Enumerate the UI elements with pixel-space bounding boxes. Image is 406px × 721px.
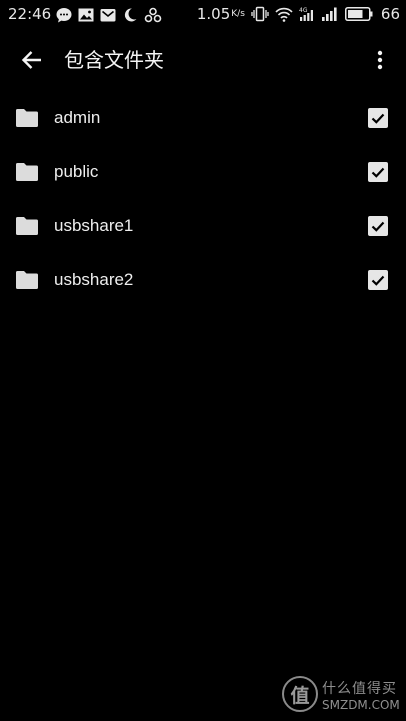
watermark-en: SMZDM.COM	[322, 698, 400, 712]
checkmark-icon	[371, 275, 385, 286]
signal-4g-icon: 4G	[299, 7, 313, 21]
folder-icon	[16, 163, 38, 181]
notification-icons	[56, 7, 162, 23]
folder-checkbox[interactable]	[368, 216, 388, 236]
vibrate-icon	[251, 6, 269, 22]
folder-checkbox[interactable]	[368, 108, 388, 128]
battery-icon	[344, 7, 373, 21]
chat-bubble-icon	[56, 8, 72, 23]
battery-level: 66	[380, 5, 400, 23]
more-options-button[interactable]	[364, 42, 396, 78]
folder-list: admin public usbshare1 usbshare2	[0, 91, 406, 307]
folder-name: admin	[54, 108, 101, 127]
folder-checkbox[interactable]	[368, 270, 388, 290]
arrow-left-icon	[21, 51, 41, 69]
folder-name: usbshare1	[54, 216, 134, 235]
folder-row-usbshare1[interactable]: usbshare1	[0, 199, 406, 253]
checkmark-icon	[371, 167, 385, 178]
checkmark-icon	[371, 113, 385, 124]
folder-icon	[16, 109, 38, 127]
svg-text:4G: 4G	[299, 7, 308, 14]
image-icon	[78, 8, 94, 22]
app-bar: 包含文件夹	[0, 30, 406, 90]
net-speed-value: 1.05	[196, 5, 231, 23]
watermark-badge: 值	[282, 676, 318, 712]
folder-icon	[16, 217, 38, 235]
more-vert-icon	[377, 50, 383, 70]
mail-icon	[100, 9, 116, 22]
nodes-icon	[144, 7, 162, 23]
folder-row-usbshare2[interactable]: usbshare2	[0, 253, 406, 307]
status-right: 1.05 K/s 4G 66	[197, 5, 400, 23]
page-title: 包含文件夹	[64, 48, 164, 72]
folder-icon	[16, 271, 38, 289]
folder-row-admin[interactable]: admin	[0, 91, 406, 145]
folder-name: usbshare2	[54, 270, 134, 289]
checkmark-icon	[371, 221, 385, 232]
signal-bars-icon	[321, 7, 337, 21]
status-bar: 22:46 1.05 K/s 4G 66	[0, 0, 406, 30]
net-speed: 1.05 K/s	[197, 5, 245, 23]
folder-row-public[interactable]: public	[0, 145, 406, 199]
net-speed-unit: K/s	[231, 8, 245, 19]
folder-name: public	[54, 162, 99, 181]
status-time: 22:46	[8, 5, 52, 23]
watermark-cn: 什么值得买	[322, 681, 397, 697]
wifi-icon	[275, 7, 293, 22]
back-button[interactable]	[14, 42, 50, 78]
moon-icon	[124, 8, 137, 22]
folder-checkbox[interactable]	[368, 162, 388, 182]
watermark: 值 什么值得买 SMZDM.COM	[282, 676, 402, 716]
